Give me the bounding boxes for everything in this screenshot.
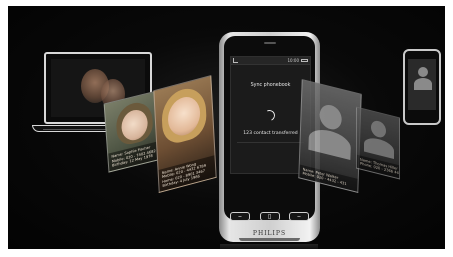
avatar-placeholder-icon [319, 102, 343, 132]
phone-reflection [220, 244, 318, 249]
phone-call-icon: ⌣ [238, 213, 242, 220]
signal-icon [233, 58, 238, 63]
small-phone-screen [408, 59, 436, 110]
brand-logo: PHILIPS [252, 230, 287, 237]
contact-card-caption: Name: Annie Wong Mobile: 020 - 4432 6789… [158, 154, 216, 192]
contact-card: Name: Annie Wong Mobile: 020 - 4432 6789… [153, 74, 217, 194]
hero-scene: Name: Sophie Fischer Mobile: 020 - 7402 … [8, 6, 445, 249]
phone-hangup-icon: ⌢ [297, 213, 301, 220]
earpiece [264, 42, 276, 44]
status-bar: 10:00 [231, 57, 310, 65]
sync-title: Sync phonebook [250, 83, 291, 88]
small-phone-icon [403, 49, 441, 125]
divider [237, 142, 304, 143]
end-key-button[interactable]: ⌢ [289, 212, 309, 221]
contact-card: Name: Thomas Hiller Phone: 020 - 2366 44… [356, 106, 400, 180]
phone-bottom-edge [239, 238, 300, 241]
sync-status: 123 contact transferred [243, 131, 298, 136]
menu-key-icon: ▯ [267, 213, 272, 220]
menu-key-button[interactable]: ▯ [259, 212, 280, 221]
contact-card: Name: Peter Walker Mobile: 020 - 4432 - … [298, 78, 362, 194]
avatar-placeholder-icon [371, 119, 386, 139]
call-key-button[interactable]: ⌣ [230, 212, 250, 221]
status-time: 10:00 [287, 58, 299, 63]
phone-keys: ⌣ ▯ ⌢ [230, 212, 309, 223]
battery-icon [301, 58, 308, 62]
loading-spinner-icon [262, 108, 277, 123]
